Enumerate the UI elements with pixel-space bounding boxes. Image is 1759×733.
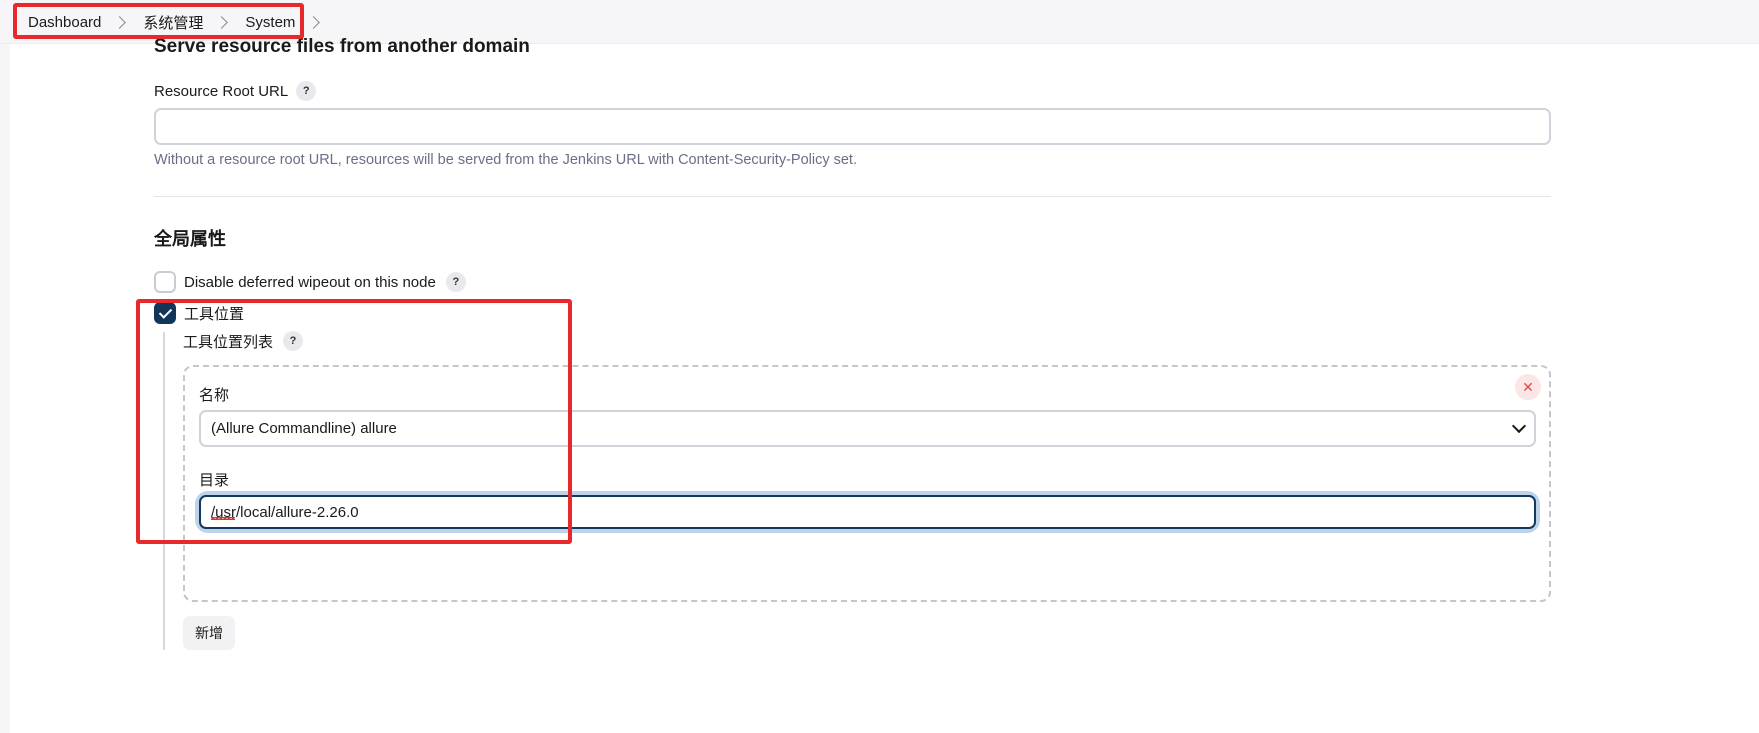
chevron-right-icon[interactable] [307, 15, 321, 29]
resource-section-title: Serve resource files from another domain [154, 36, 530, 57]
tool-locations-list-label-text: 工具位置列表 [183, 333, 274, 351]
resource-root-url-input[interactable] [154, 108, 1551, 145]
breadcrumb-system-management[interactable]: 系统管理 [143, 12, 203, 33]
breadcrumb: Dashboard 系统管理 System [28, 11, 337, 33]
global-properties-title: 全局属性 [154, 229, 226, 249]
help-icon[interactable]: ? [283, 331, 304, 351]
help-icon[interactable]: ? [445, 272, 466, 292]
tool-location-entry [183, 365, 1551, 602]
jenkins-system-config-page: Dashboard 系统管理 System Serve resource fil… [0, 0, 1759, 733]
disable-wipeout-label: Disable deferred wipeout on this node ? [184, 271, 466, 293]
tool-name-label: 名称 [199, 386, 230, 404]
section-divider [154, 196, 1551, 197]
resource-root-url-label-text: Resource Root URL [154, 82, 289, 100]
disable-wipeout-checkbox[interactable] [154, 271, 176, 293]
nested-indent-line [163, 332, 165, 650]
resource-root-url-label: Resource Root URL ? [154, 80, 317, 102]
tool-locations-label[interactable]: 工具位置 [184, 302, 244, 324]
tool-directory-input[interactable] [199, 495, 1536, 529]
disable-wipeout-label-text[interactable]: Disable deferred wipeout on this node [184, 274, 436, 291]
left-gutter [0, 44, 10, 733]
tool-directory-label: 目录 [199, 471, 230, 489]
add-tool-location-button[interactable]: 新增 [183, 616, 235, 650]
help-icon[interactable]: ? [296, 81, 317, 101]
breadcrumb-dashboard[interactable]: Dashboard [28, 14, 101, 31]
chevron-right-icon[interactable] [215, 15, 229, 29]
breadcrumb-system[interactable]: System [245, 14, 295, 31]
delete-entry-close-icon[interactable]: ✕ [1515, 374, 1541, 400]
tool-name-selected-value: (Allure Commandline) allure [211, 420, 397, 437]
resource-root-url-help-text: Without a resource root URL, resources w… [154, 152, 857, 168]
chevron-down-icon [1511, 418, 1527, 434]
tool-name-select[interactable]: (Allure Commandline) allure [199, 410, 1536, 447]
tool-locations-checkbox[interactable] [154, 302, 176, 324]
chevron-right-icon[interactable] [113, 15, 127, 29]
tool-locations-list-label: 工具位置列表 ? [183, 330, 304, 352]
spellcheck-underline [211, 517, 235, 520]
